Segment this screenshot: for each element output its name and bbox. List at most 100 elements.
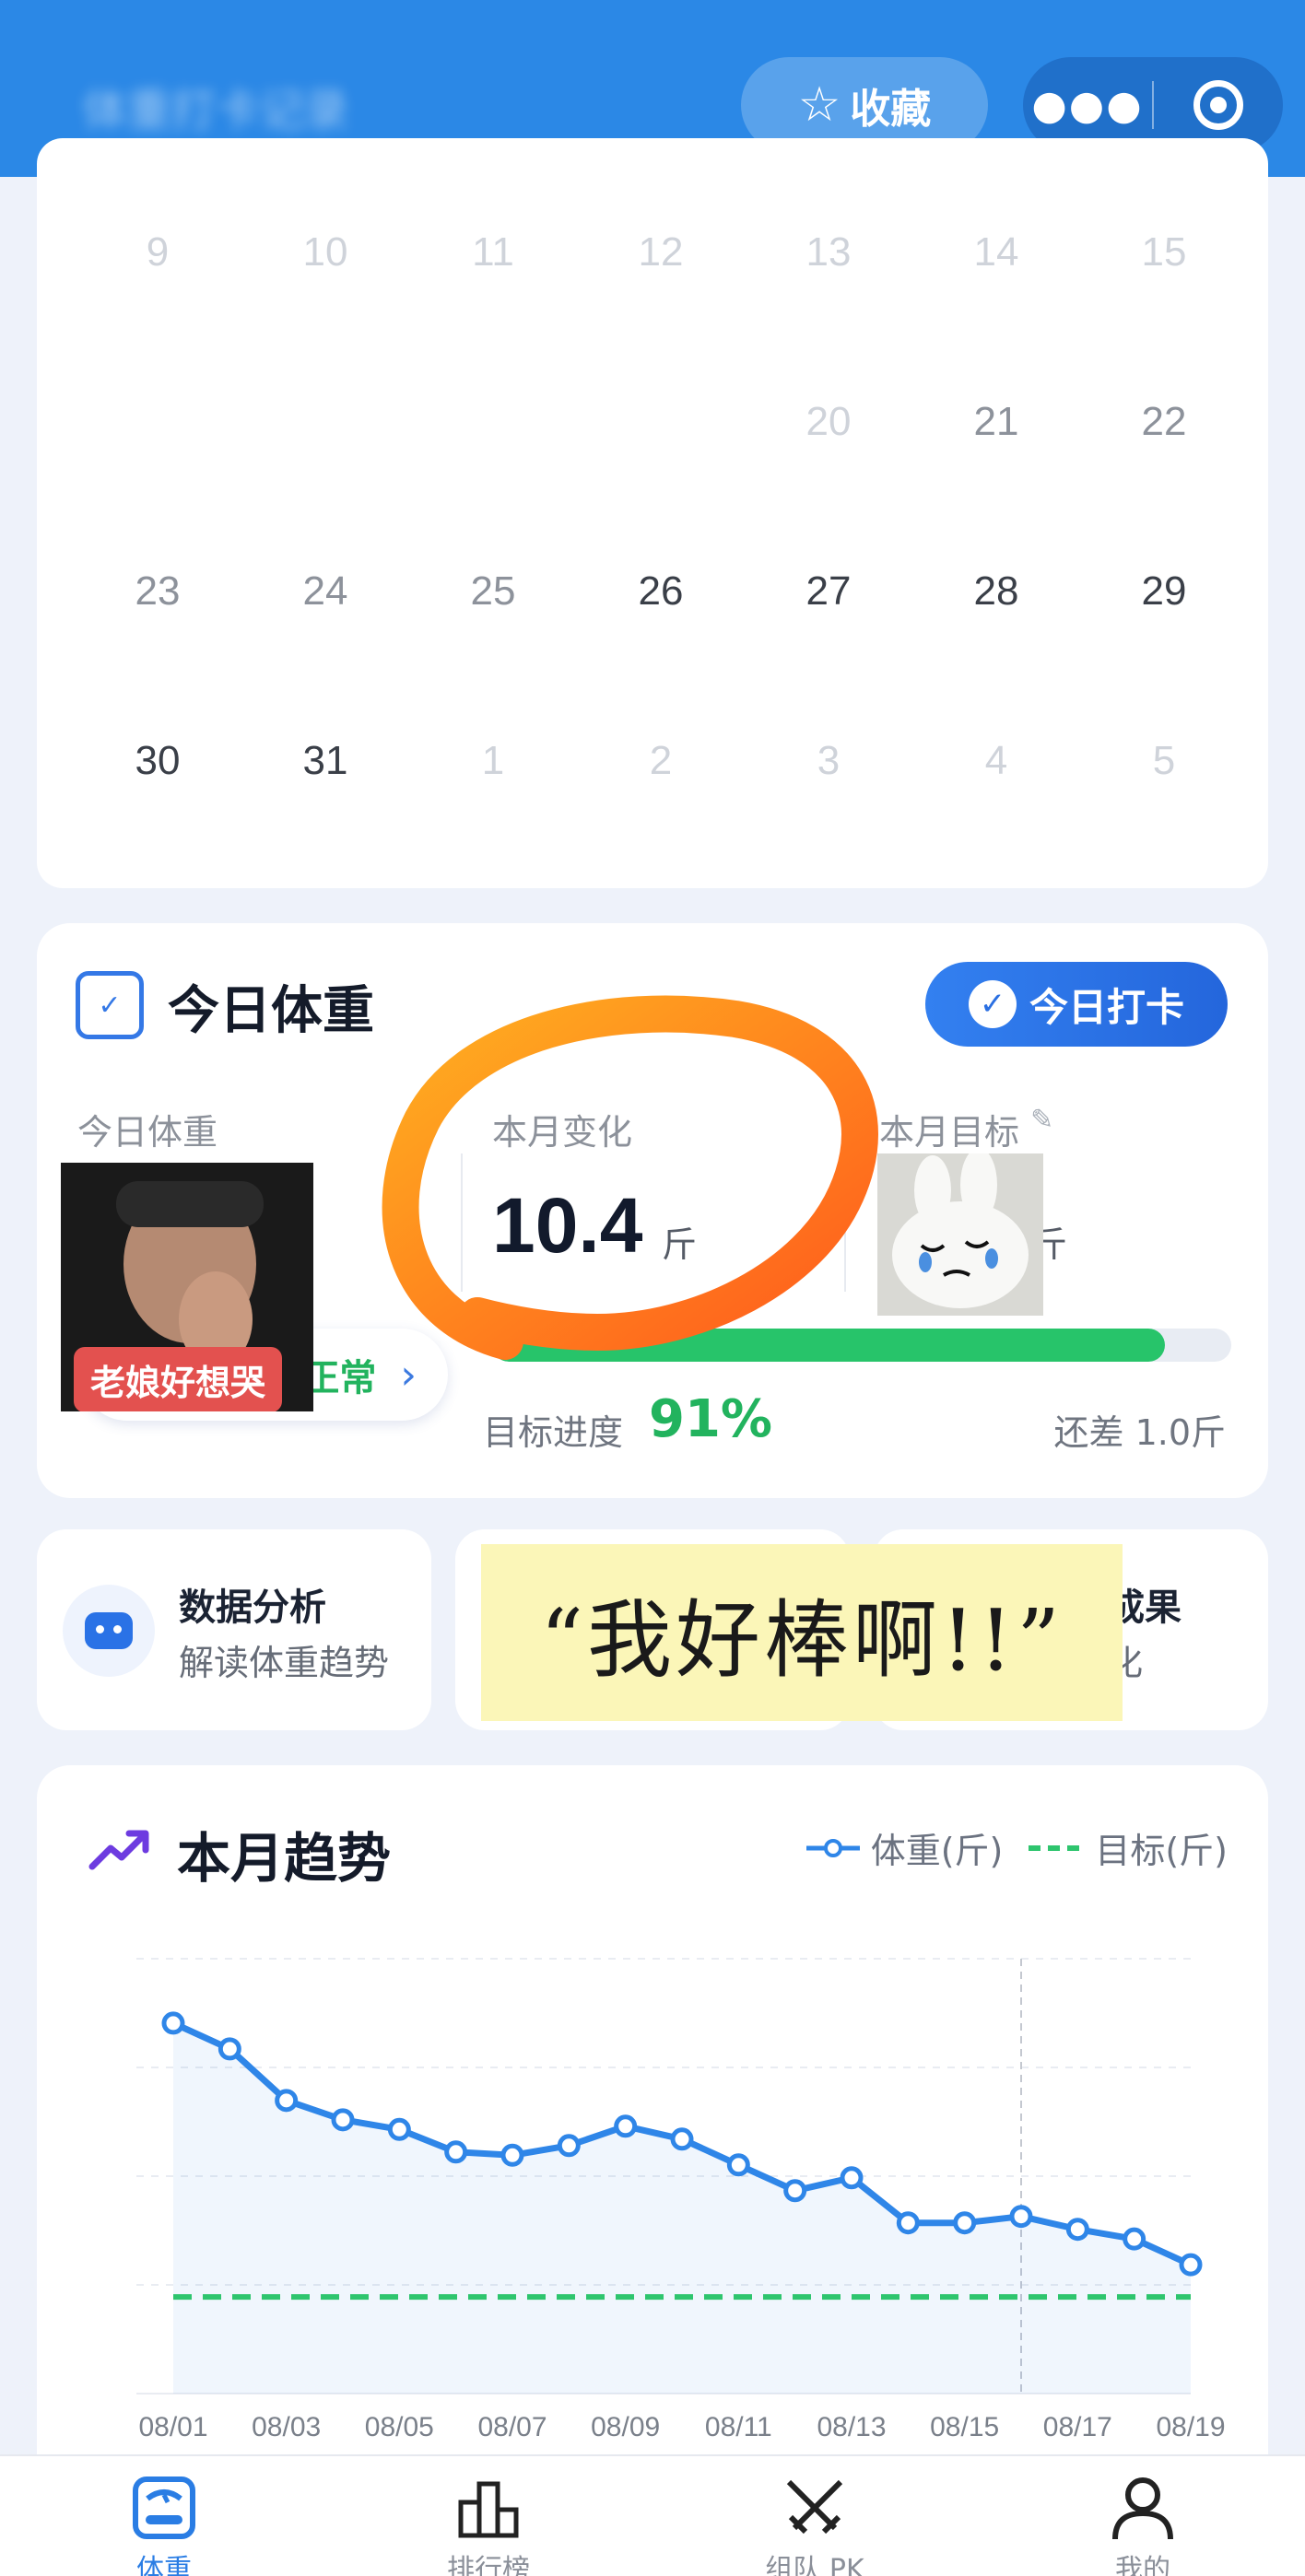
goal-progress-fill: [492, 1329, 1165, 1362]
weight-data-point: [1179, 2253, 1203, 2277]
sad-bunny-sticker: [877, 1153, 1043, 1316]
note-text: “我好棒啊!!”: [539, 1590, 1064, 1690]
data-analysis-card[interactable]: 数据分析 解读体重趋势: [37, 1529, 431, 1730]
x-tick-label: 08/05: [365, 2412, 434, 2442]
tab-label: 体重: [136, 2554, 192, 2576]
calendar-day[interactable]: 23: [74, 555, 241, 628]
robot-icon: [63, 1585, 155, 1677]
weight-status-text: 正常: [302, 1357, 377, 1399]
app-title: 体重打卡记录: [83, 85, 349, 133]
tab-leaderboard[interactable]: 排行榜: [396, 2456, 581, 2576]
goal-remaining: 还差 1.0斤: [1053, 1412, 1226, 1453]
weight-area: [173, 2022, 1191, 2394]
podium-icon: [458, 2481, 519, 2538]
month-change-value: 10.4: [492, 1182, 643, 1269]
today-weight-label: 今日体重: [77, 1112, 218, 1153]
calendar-week-row: 30 31 1 2 3 4 5: [37, 724, 1268, 798]
handwritten-note: “我好棒啊!!”: [481, 1544, 1123, 1721]
favorite-label: 收藏: [850, 86, 932, 133]
user-icon: [1112, 2477, 1173, 2540]
goal-progress-label: 目标进度: [483, 1412, 624, 1453]
calendar-day: 5: [1152, 738, 1176, 783]
calendar-day[interactable]: 29: [1080, 555, 1248, 628]
tab-weight[interactable]: 体重: [72, 2456, 256, 2576]
month-change-unit: 斤: [662, 1224, 698, 1265]
x-tick-label: 08/13: [817, 2412, 886, 2442]
x-tick-label: 08/09: [591, 2412, 660, 2442]
goal-progress-percent: 91%: [649, 1389, 773, 1449]
weight-data-point: [783, 2179, 807, 2203]
stat-divider: [461, 1153, 463, 1292]
tab-label: 排行榜: [447, 2554, 530, 2576]
calendar-week-row: 9 10 11 12 13 14 15: [37, 216, 1268, 289]
calendar-day[interactable]: 21: [912, 385, 1080, 459]
calendar-day: [409, 385, 577, 459]
stat-divider: [844, 1153, 846, 1292]
weight-data-point: [444, 2140, 468, 2164]
x-tick-label: 08/15: [930, 2412, 999, 2442]
calendar-day: 4: [984, 738, 1008, 783]
x-tick-label: 08/11: [705, 2412, 772, 2442]
tab-label: 组队 PK: [765, 2554, 864, 2576]
calendar-day[interactable]: 26: [577, 555, 745, 628]
calendar-day[interactable]: 12: [577, 216, 745, 289]
weight-data-point: [840, 2166, 864, 2190]
calendar-day[interactable]: 10: [241, 216, 409, 289]
sad-bunny-icon: [877, 1153, 1043, 1316]
weight-data-point: [614, 2114, 638, 2138]
checkin-button[interactable]: ✓ 今日打卡: [925, 962, 1228, 1047]
tab-label: 我的: [1115, 2554, 1170, 2576]
edit-pencil-icon[interactable]: ✎: [1030, 1104, 1053, 1136]
chevron-right-icon: ›: [400, 1351, 417, 1399]
tab-mine[interactable]: 我的: [1051, 2456, 1235, 2576]
calendar-day[interactable]: 28: [912, 555, 1080, 628]
goal-progress-bar: [492, 1329, 1231, 1362]
month-goal-label: 本月目标: [879, 1112, 1020, 1153]
weight-data-point: [275, 2089, 299, 2113]
weight-data-point: [331, 2108, 355, 2132]
close-target-button[interactable]: [1154, 80, 1283, 130]
calendar-day[interactable]: 15: [1080, 216, 1248, 289]
weight-data-point: [387, 2117, 411, 2141]
x-tick-label: 08/01: [138, 2412, 207, 2442]
calendar-day[interactable]: 14: [912, 216, 1080, 289]
calendar-day: [577, 385, 745, 459]
weight-data-point: [1065, 2218, 1089, 2242]
calendar-day[interactable]: 22: [1080, 385, 1248, 459]
sticker-caption: 老娘好想哭: [74, 1347, 283, 1411]
weight-data-point: [161, 2011, 185, 2035]
bottom-tab-bar: 体重 排行榜 组队 PK 我的: [0, 2454, 1305, 2576]
x-tick-label: 08/03: [252, 2412, 321, 2442]
weight-data-point: [726, 2153, 750, 2177]
x-tick-label: 08/07: [477, 2412, 547, 2442]
calendar-day: 3: [817, 738, 841, 783]
trend-chart[interactable]: 08/01 08/03 08/05 08/07 08/09 08/11 08/13 08/15…: [37, 1765, 1268, 2454]
crying-photo-sticker: 老娘好想哭: [61, 1163, 313, 1411]
calendar-day[interactable]: 13: [745, 216, 912, 289]
calendar-day[interactable]: 30: [74, 724, 241, 798]
calendar-day[interactable]: 9: [74, 216, 241, 289]
calendar-day: 2: [649, 738, 673, 783]
weight-data-point: [500, 2143, 524, 2167]
more-dots-icon[interactable]: ●●●: [1023, 82, 1152, 129]
weight-data-point: [557, 2134, 581, 2158]
weight-data-point: [953, 2211, 977, 2235]
calendar-day: [241, 385, 409, 459]
calendar-day[interactable]: 27: [745, 555, 912, 628]
calendar-day: 1: [481, 738, 505, 783]
swords-icon: [786, 2479, 843, 2535]
calendar-day[interactable]: 24: [241, 555, 409, 628]
weight-data-point: [218, 2037, 241, 2061]
calendar-day[interactable]: 25: [409, 555, 577, 628]
check-icon: ✓: [968, 980, 1017, 1028]
tab-team-pk[interactable]: 组队 PK: [723, 2456, 907, 2576]
calendar-day[interactable]: 31: [241, 724, 409, 798]
calendar-day[interactable]: 11: [409, 216, 577, 289]
weight-data-point: [1123, 2227, 1146, 2251]
today-weight-title: 今日体重: [168, 981, 374, 1041]
x-tick-label: 08/19: [1156, 2412, 1225, 2442]
calendar-day[interactable]: 20: [745, 385, 912, 459]
x-tick-label: 08/17: [1043, 2412, 1112, 2442]
calendar-week-row: 20 21 22: [37, 385, 1268, 459]
weight-data-point: [1009, 2205, 1033, 2229]
